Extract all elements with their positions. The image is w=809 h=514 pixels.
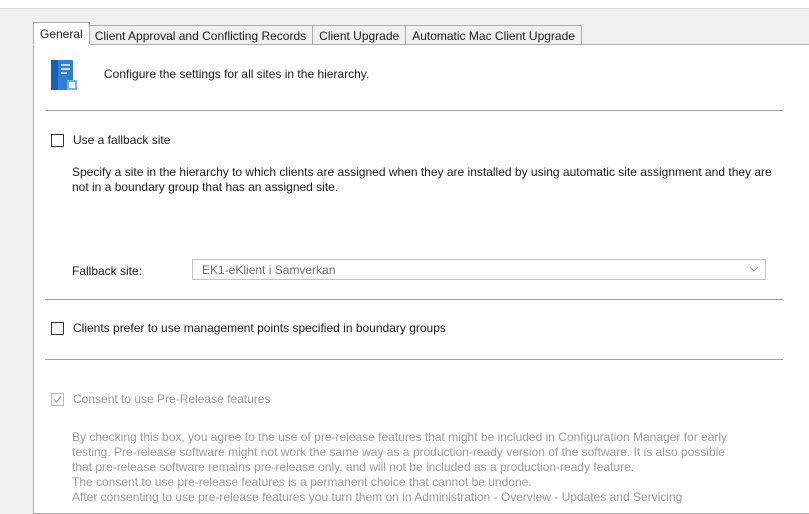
prerelease-description: By checking this box, you agree to the u… (72, 430, 809, 505)
use-fallback-site-checkbox[interactable] (51, 134, 64, 147)
separator (45, 110, 783, 111)
prerelease-line: By checking this box, you agree to the u… (72, 430, 728, 444)
header-description: Configure the settings for all sites in … (104, 67, 370, 81)
prefer-management-points-checkbox[interactable] (51, 322, 64, 335)
prerelease-line: After consenting to use pre-release feat… (72, 490, 683, 504)
chevron-down-icon (749, 262, 759, 276)
fallback-site-dropdown[interactable]: EK1-eKlient i Samverkan (192, 259, 766, 280)
prerelease-line: testing. Pre-release software might not … (72, 445, 725, 459)
tab-client-approval[interactable]: Client Approval and Conflicting Records (88, 25, 314, 45)
window-top-edge (0, 0, 809, 9)
fallback-site-value: EK1-eKlient i Samverkan (202, 263, 336, 277)
separator (45, 299, 783, 300)
fallback-site-label: Fallback site: (72, 264, 143, 278)
prerelease-consent-checkbox[interactable] (51, 393, 64, 406)
fallback-site-description: Specify a site in the hierarchy to which… (72, 165, 772, 194)
prerelease-line: that pre-release software remains pre-re… (72, 460, 635, 474)
checkmark-icon (53, 396, 62, 404)
hierarchy-settings-icon (47, 58, 79, 90)
general-tab-panel: Configure the settings for all sites in … (33, 44, 809, 514)
tab-client-upgrade[interactable]: Client Upgrade (313, 25, 407, 45)
prefer-management-points-label: Clients prefer to use management points … (73, 321, 446, 335)
prerelease-line: The consent to use pre-release features … (72, 475, 532, 489)
tab-strip: General Client Approval and Conflicting … (33, 22, 582, 45)
tab-automatic-mac-client-upgrade[interactable]: Automatic Mac Client Upgrade (406, 25, 582, 45)
use-fallback-site-label: Use a fallback site (73, 133, 171, 147)
prerelease-consent-label: Consent to use Pre-Release features (73, 392, 271, 406)
tab-general[interactable]: General (33, 22, 90, 45)
separator (45, 359, 783, 360)
